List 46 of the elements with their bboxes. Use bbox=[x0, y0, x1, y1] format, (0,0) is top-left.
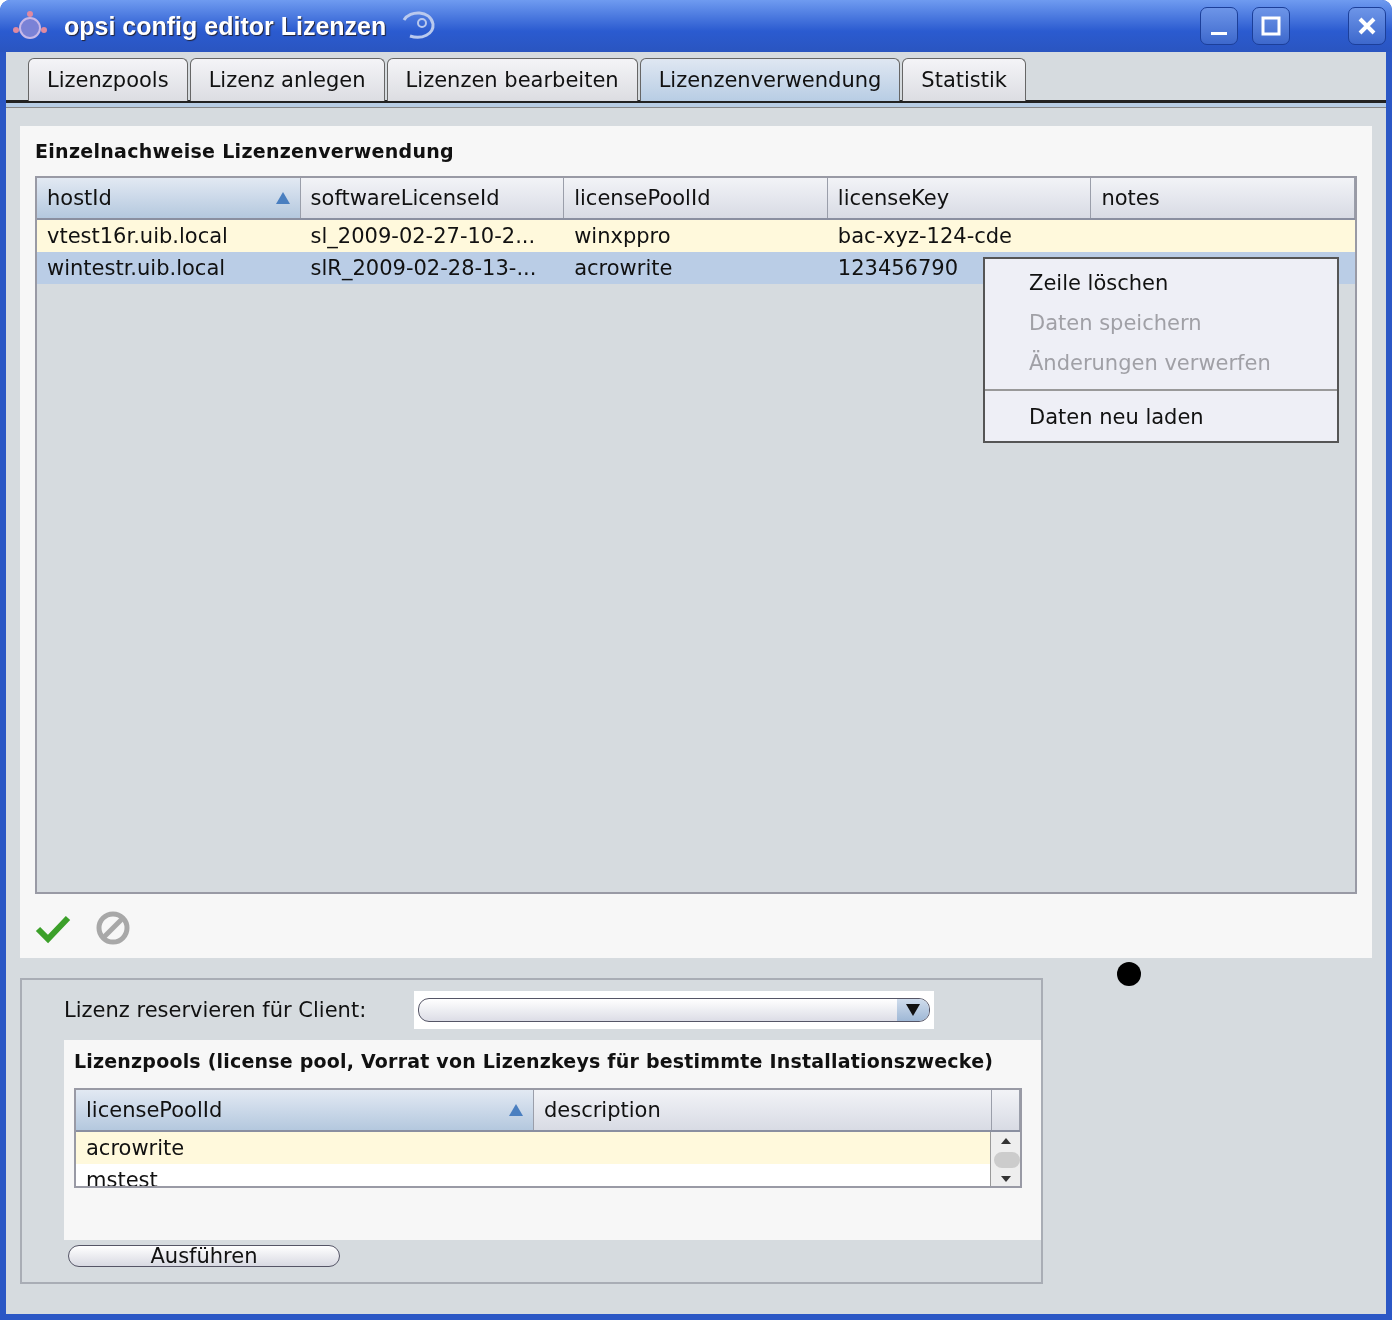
section-title: Lizenzpools (license pool, Vorrat von Lizenzkeys für bestimmte Installationszwecke) bbox=[74, 1050, 995, 1074]
table-cell: acrowrite bbox=[574, 256, 673, 280]
table-cell-text: acrowrite bbox=[85, 1135, 186, 1162]
window-title: opsi config editor Lizenzen bbox=[64, 11, 387, 41]
column-header[interactable]: hostId bbox=[37, 178, 301, 218]
close-button[interactable] bbox=[1348, 7, 1386, 45]
client-dropdown[interactable] bbox=[414, 991, 934, 1029]
maximize-icon bbox=[1259, 14, 1283, 38]
panel-title: Einzelnachweise Lizenzenverwendung bbox=[35, 139, 455, 164]
column-header[interactable]: licensePoolId bbox=[76, 1090, 534, 1130]
table-cell: vtest16r.uib.local bbox=[47, 224, 228, 248]
chameleon-icon bbox=[400, 10, 437, 42]
tab[interactable]: Lizenzpools bbox=[28, 58, 188, 101]
table-cell: 123456790 bbox=[837, 256, 959, 280]
tab[interactable]: Statistik bbox=[902, 58, 1026, 101]
cursor-dot-icon bbox=[1117, 962, 1141, 986]
column-header[interactable]: licensePoolId bbox=[564, 178, 828, 218]
tab[interactable]: Lizenzenverwendung bbox=[639, 58, 901, 101]
table-cell: slR_2009-02-28-13-... bbox=[310, 256, 537, 280]
column-header-label: licensePoolId bbox=[574, 186, 711, 210]
execute-button[interactable]: Ausführen bbox=[68, 1245, 340, 1267]
column-header-label: description bbox=[544, 1098, 661, 1122]
maximize-button[interactable] bbox=[1252, 7, 1290, 45]
minimize-icon bbox=[1211, 31, 1227, 35]
sort-ascending-icon bbox=[509, 1104, 523, 1116]
tab[interactable]: Lizenzen bearbeiten bbox=[386, 58, 638, 101]
column-header-label: softwareLicenseId bbox=[310, 186, 500, 210]
table-cell: winxppro bbox=[574, 224, 671, 248]
column-header-label: licenseKey bbox=[837, 186, 950, 210]
column-header[interactable]: description bbox=[534, 1090, 992, 1130]
table-cell: sl_2009-02-27-10-2... bbox=[310, 224, 536, 248]
column-header[interactable]: licenseKey bbox=[827, 178, 1092, 218]
column-header-label: hostId bbox=[47, 186, 112, 210]
column-header-label: licensePoolId bbox=[86, 1098, 223, 1122]
column-header-label: notes bbox=[1101, 186, 1160, 210]
column-header[interactable]: softwareLicenseId bbox=[300, 178, 565, 218]
tab[interactable]: Lizenz anlegen bbox=[189, 58, 385, 101]
sort-ascending-icon bbox=[275, 192, 290, 204]
table-row[interactable]: acrowrite bbox=[76, 1132, 990, 1164]
table-row[interactable]: vtest16r.uib.local sl_2009-02-27-10-2... winxppro bac-xyz-124-cde bbox=[37, 220, 1355, 252]
column-header[interactable]: notes bbox=[1091, 178, 1355, 218]
table-cell: wintestr.uib.local bbox=[47, 256, 226, 280]
minimize-button[interactable] bbox=[1200, 7, 1238, 45]
client-label: Lizenz reservieren für Client: bbox=[64, 998, 368, 1022]
table-cell: bac-xyz-124-cde bbox=[837, 224, 1013, 248]
menu-item[interactable]: Daten neu laden bbox=[985, 389, 1337, 437]
